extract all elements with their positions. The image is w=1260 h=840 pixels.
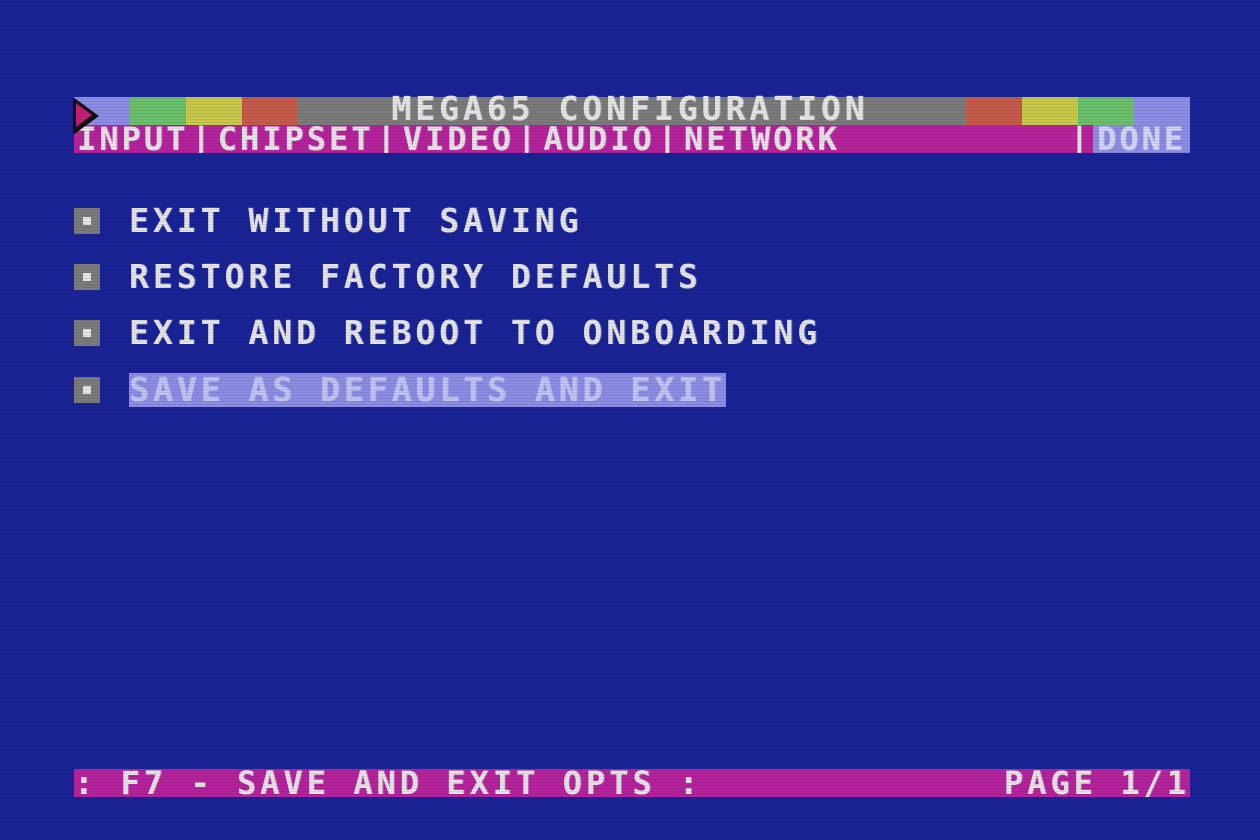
tab-separator: | [657, 125, 681, 153]
status-help-text: : F7 - SAVE AND EXIT OPTS : [74, 769, 703, 797]
square-bullet-icon [74, 208, 100, 234]
menu-item-exit-and-reboot[interactable]: EXIT AND REBOOT TO ONBOARDING [74, 316, 821, 350]
tab-bar: INPUT | CHIPSET | VIDEO | AUDIO | NETWOR… [74, 125, 1190, 153]
tab-audio[interactable]: AUDIO [540, 125, 657, 153]
page-title: MEGA65 CONFIGURATION [391, 89, 869, 128]
tab-separator: | [517, 125, 541, 153]
tab-done[interactable]: DONE [1092, 125, 1190, 153]
menu-item-save-as-defaults-and-exit[interactable]: SAVE AS DEFAULTS AND EXIT [74, 373, 726, 407]
tab-separator: | [1069, 125, 1093, 153]
menu-item-label: EXIT AND REBOOT TO ONBOARDING [129, 313, 822, 352]
tab-separator: | [376, 125, 400, 153]
status-bar: : F7 - SAVE AND EXIT OPTS : PAGE 1/1 [74, 769, 1190, 797]
square-bullet-icon [74, 264, 100, 290]
tab-network[interactable]: NETWORK [681, 125, 843, 153]
menu-item-label: EXIT WITHOUT SAVING [129, 201, 583, 240]
page-indicator: PAGE 1/1 [1003, 769, 1190, 797]
square-bullet-icon [74, 377, 100, 403]
mouse-pointer-fill [76, 103, 92, 127]
tab-separator: | [191, 125, 215, 153]
square-bullet-icon [74, 320, 100, 346]
menu-item-restore-factory-defaults[interactable]: RESTORE FACTORY DEFAULTS [74, 260, 702, 294]
menu-item-label: SAVE AS DEFAULTS AND EXIT [129, 370, 726, 409]
menu-item-exit-without-saving[interactable]: EXIT WITHOUT SAVING [74, 204, 583, 238]
tab-video[interactable]: VIDEO [400, 125, 517, 153]
tab-chipset[interactable]: CHIPSET [215, 125, 377, 153]
menu-item-label: RESTORE FACTORY DEFAULTS [129, 257, 702, 296]
